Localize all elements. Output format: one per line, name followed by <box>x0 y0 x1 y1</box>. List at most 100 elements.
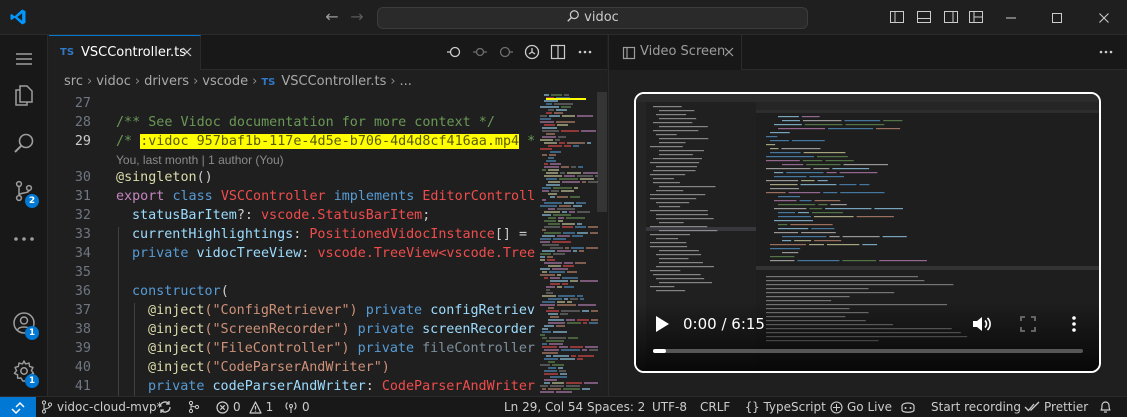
toggle-panel-icon[interactable] <box>916 9 932 25</box>
timeline-icon[interactable] <box>472 44 488 60</box>
minimap-line <box>569 211 575 213</box>
go-forward-change-icon[interactable] <box>498 44 514 60</box>
problems-indicator[interactable]: 0 1 <box>216 397 273 417</box>
ellipsis-icon <box>14 237 34 241</box>
close-window-button[interactable] <box>1081 0 1127 35</box>
git-graph-button[interactable] <box>187 397 201 417</box>
breadcrumb-item[interactable]: drivers <box>144 74 189 89</box>
more-actions-icon[interactable] <box>577 44 593 60</box>
forward-arrow-icon[interactable]: → <box>347 8 367 26</box>
keyword-token: private <box>357 341 415 356</box>
start-recording-button[interactable]: Start recording <box>931 397 1021 417</box>
command-center-search[interactable]: vidoc <box>377 7 808 29</box>
toggle-secondary-sidebar-icon[interactable] <box>943 9 959 25</box>
minimap-line <box>544 220 556 222</box>
breadcrumb-item[interactable]: VSCController.ts <box>281 74 386 89</box>
minimap-line <box>589 322 598 324</box>
thumbnail-line <box>778 116 799 118</box>
branch-indicator[interactable]: vidoc-cloud-mvp* <box>41 397 163 417</box>
cursor-position[interactable]: Ln 29, Col 54 <box>504 397 583 417</box>
copilot-button[interactable] <box>900 397 916 417</box>
tab-vsccontroller[interactable]: TS VSCController.ts <box>49 35 201 70</box>
search-view-button[interactable] <box>0 119 48 167</box>
manage-button[interactable]: 1 <box>0 347 48 395</box>
open-changes-icon[interactable] <box>524 44 540 60</box>
line-ending[interactable]: CRLF <box>700 397 730 417</box>
play-icon[interactable] <box>654 315 670 333</box>
editor-scrollbar[interactable] <box>597 92 607 212</box>
breadcrumb-item[interactable]: vscode <box>202 74 248 89</box>
breadcrumb-item[interactable]: vidoc <box>96 74 131 89</box>
minimize-button[interactable] <box>988 0 1034 35</box>
minimap-line <box>546 289 550 291</box>
search-text: vidoc <box>584 10 619 25</box>
code-editor[interactable]: 27 28 /** See Vidoc documentation for mor… <box>49 94 535 396</box>
minimap-line <box>542 250 555 252</box>
fullscreen-icon[interactable] <box>1020 316 1036 332</box>
minimap-line <box>558 220 563 222</box>
indentation[interactable]: Spaces: 2 <box>587 397 645 417</box>
minimap-line <box>577 115 593 117</box>
minimap-line <box>564 202 574 204</box>
thumbnail-line <box>766 296 850 298</box>
error-count: 0 <box>233 400 241 414</box>
split-editor-icon[interactable] <box>550 44 566 60</box>
back-arrow-icon[interactable]: ← <box>322 8 342 26</box>
punctuation-token: [] = []; <box>494 227 528 242</box>
encoding[interactable]: UTF-8 <box>652 397 687 417</box>
source-control-button[interactable]: 2 <box>0 167 48 215</box>
thumbnail-line <box>656 190 684 192</box>
go-back-change-icon[interactable] <box>446 44 462 60</box>
property-token: configRetriever <box>430 303 535 318</box>
tab-video-screen[interactable]: Video Screen <box>609 35 742 70</box>
more-actions-icon[interactable] <box>1098 44 1114 60</box>
thumbnail-line <box>766 180 799 182</box>
more-views-button[interactable] <box>0 215 48 263</box>
preview-icon <box>622 46 636 60</box>
thumbnail-line <box>790 224 833 226</box>
language-mode[interactable]: {} TypeScript <box>745 397 826 417</box>
remote-indicator[interactable] <box>0 397 36 417</box>
minimap-line <box>548 169 559 171</box>
minimap-line <box>578 304 596 306</box>
breadcrumb-item[interactable]: src <box>64 74 83 89</box>
thumbnail-line <box>832 168 870 170</box>
maximize-button[interactable] <box>1034 0 1080 35</box>
explorer-button[interactable] <box>0 71 48 119</box>
minimap-line <box>548 367 556 369</box>
minimap-line <box>563 388 580 390</box>
breadcrumb-item[interactable]: ... <box>400 74 412 89</box>
ports-indicator[interactable]: 0 <box>284 397 310 417</box>
minimap-line <box>586 247 598 249</box>
vidoc-highlight[interactable]: :vidoc 957baf1b-117e-4d5e-b706-4d4d8cf41… <box>140 134 520 149</box>
thumbnail-line <box>653 158 702 160</box>
sync-button[interactable] <box>158 397 172 417</box>
minimap-line <box>591 310 598 312</box>
video-progress-bar[interactable] <box>653 349 1083 353</box>
video-player[interactable]: 0:00 / 6:15 <box>634 92 1101 373</box>
minimap-line <box>542 127 557 129</box>
thumbnail-line <box>825 160 854 162</box>
minimap-line <box>564 145 571 147</box>
volume-icon[interactable] <box>972 315 992 333</box>
broadcast-icon <box>830 400 843 414</box>
minimap-line <box>550 376 567 378</box>
thumbnail-line <box>659 186 716 188</box>
prettier-button[interactable]: Prettier <box>1024 397 1088 417</box>
notifications-button[interactable] <box>1099 397 1112 417</box>
close-tab-icon[interactable] <box>722 45 736 59</box>
minimap-line <box>564 94 569 96</box>
thumbnail-line <box>656 266 714 268</box>
go-live-button[interactable]: Go Live <box>830 397 892 417</box>
thumbnail-line <box>766 136 778 138</box>
decorator-token: inject <box>156 360 205 375</box>
thumbnail-line <box>656 218 714 220</box>
type-token: <vscode.TreeIt <box>438 246 535 261</box>
toggle-primary-sidebar-icon[interactable] <box>889 9 905 25</box>
customize-layout-icon[interactable] <box>968 9 984 25</box>
minimap-line <box>544 370 557 372</box>
more-options-icon[interactable] <box>1071 315 1077 333</box>
search-icon <box>567 10 580 22</box>
accounts-button[interactable]: 1 <box>0 299 48 347</box>
close-tab-icon[interactable] <box>179 44 195 60</box>
